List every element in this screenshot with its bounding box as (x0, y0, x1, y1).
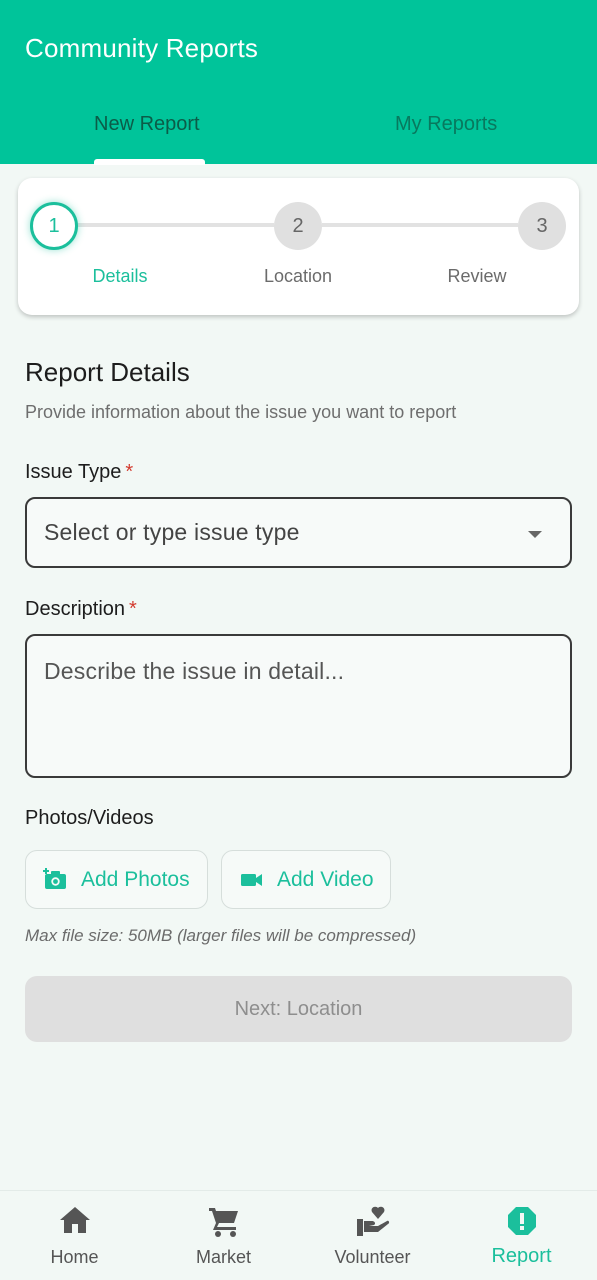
bottom-nav: Home Market Volunteer Report (0, 1190, 597, 1280)
nav-item-market[interactable]: Market (149, 1191, 298, 1280)
nav-item-report[interactable]: Report (447, 1191, 596, 1280)
nav-label-home: Home (50, 1247, 99, 1267)
nav-item-home[interactable]: Home (0, 1191, 149, 1280)
issue-type-select[interactable]: Select or type issue type (25, 497, 572, 568)
report-alert-icon (507, 1206, 537, 1241)
tab-new-report[interactable]: New Report (94, 113, 200, 136)
issue-type-label-text: Issue Type (25, 461, 122, 483)
step-3-label: Review (447, 266, 507, 286)
tab-my-reports[interactable]: My Reports (395, 113, 497, 136)
add-photos-label: Add Photos (81, 867, 190, 891)
description-label: Description * (25, 598, 137, 621)
nav-label-volunteer: Volunteer (334, 1247, 411, 1267)
stepper-card: 1 2 3 Details Location Review (18, 178, 579, 315)
step-connector (322, 223, 518, 227)
step-connector (78, 223, 274, 227)
add-photo-camera-icon (43, 868, 68, 891)
volunteer-heart-hand-icon (356, 1206, 390, 1243)
file-size-hint: Max file size: 50MB (larger files will b… (25, 926, 417, 945)
add-video-label: Add Video (277, 867, 374, 891)
home-icon (59, 1206, 91, 1239)
step-2-circle[interactable]: 2 (274, 202, 322, 250)
description-placeholder: Describe the issue in detail... (44, 658, 345, 684)
section-subtitle: Provide information about the issue you … (25, 402, 457, 422)
required-mark: * (129, 598, 137, 620)
nav-label-market: Market (195, 1247, 251, 1267)
app-header: Community Reports New Report My Reports (0, 0, 597, 165)
step-3-circle[interactable]: 3 (518, 202, 566, 250)
cart-icon (207, 1206, 241, 1243)
issue-type-placeholder: Select or type issue type (44, 519, 300, 545)
step-1-label: Details (92, 266, 148, 286)
dropdown-arrow-icon (528, 531, 542, 538)
step-1-circle[interactable]: 1 (30, 202, 78, 250)
nav-label-report: Report (491, 1245, 552, 1267)
issue-type-label: Issue Type * (25, 461, 133, 484)
tab-indicator (94, 159, 205, 165)
nav-item-volunteer[interactable]: Volunteer (298, 1191, 447, 1280)
next-location-button[interactable]: Next: Location (25, 976, 572, 1042)
add-photos-button[interactable]: Add Photos (25, 850, 208, 909)
description-textarea[interactable]: Describe the issue in detail... (25, 634, 572, 778)
step-2-label: Location (263, 266, 333, 286)
add-video-button[interactable]: Add Video (221, 850, 391, 909)
required-mark: * (125, 461, 134, 483)
section-title: Report Details (25, 357, 190, 387)
media-label: Photos/Videos (25, 807, 154, 829)
description-label-text: Description (25, 598, 126, 620)
videocam-icon (241, 872, 263, 888)
app-title: Community Reports (25, 33, 259, 63)
